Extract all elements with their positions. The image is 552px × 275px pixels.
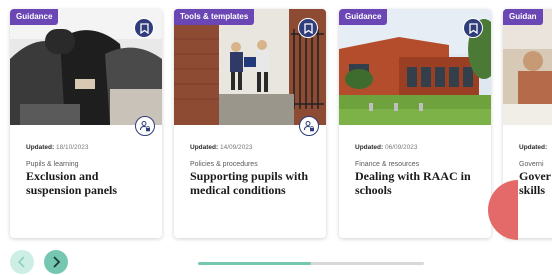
members-only-badge — [135, 116, 155, 136]
updated-date: 06/09/2023 — [384, 144, 418, 151]
card-category: Finance & resources — [355, 161, 420, 168]
card-title[interactable]: Exclusion and suspension panels — [26, 169, 152, 197]
carousel-progress-fill — [198, 262, 311, 265]
card-category: Policies & procedures — [190, 161, 258, 168]
updated-label: Updated: — [355, 144, 384, 151]
updated-label: Updated: — [519, 144, 548, 151]
resource-card[interactable]: Guidance Updated: 06/09/2023 Finance & r… — [339, 9, 491, 238]
updated-date: 18/10/2023 — [55, 144, 89, 151]
decorative-circle — [488, 180, 518, 240]
resource-card[interactable]: Tools & templates Updated: 14/09/2023 Po… — [174, 9, 326, 238]
card-tag: Guidance — [10, 9, 59, 25]
card-category: Governi — [519, 161, 544, 168]
bookmark-icon — [139, 22, 149, 34]
card-image — [503, 9, 552, 125]
updated-line: Updated: — [519, 143, 552, 152]
card-tag: Guidan — [503, 9, 543, 25]
card-title[interactable]: Gover skills — [519, 169, 552, 197]
bookmark-icon — [468, 22, 478, 34]
card-category: Pupils & learning — [26, 161, 79, 168]
chevron-right-icon — [53, 256, 61, 268]
card-tag: Tools & templates — [174, 9, 255, 25]
user-lock-icon — [304, 121, 314, 132]
members-only-badge — [299, 116, 319, 136]
updated-label: Updated: — [190, 144, 219, 151]
carousel-next-button[interactable] — [44, 250, 68, 274]
updated-line: Updated: 06/09/2023 — [355, 143, 481, 152]
carousel-progress-bar — [198, 262, 424, 265]
bookmark-button[interactable] — [463, 18, 483, 38]
updated-line: Updated: 14/09/2023 — [190, 143, 316, 152]
carousel-prev-button[interactable] — [10, 250, 34, 274]
updated-date: 14/09/2023 — [219, 144, 253, 151]
card-title[interactable]: Dealing with RAAC in schools — [355, 169, 481, 197]
card-tag: Guidance — [339, 9, 388, 25]
bookmark-button[interactable] — [134, 18, 154, 38]
bookmark-icon — [303, 22, 313, 34]
resource-carousel: Guidance Updated: 18/10/2023 Pupils & le… — [0, 0, 552, 245]
updated-label: Updated: — [26, 144, 55, 151]
user-lock-icon — [140, 121, 150, 132]
card-title[interactable]: Supporting pupils with medical condition… — [190, 169, 316, 197]
updated-line: Updated: 18/10/2023 — [26, 143, 152, 152]
resource-card[interactable]: Guidance Updated: 18/10/2023 Pupils & le… — [10, 9, 162, 238]
chevron-left-icon — [17, 256, 25, 268]
bookmark-button[interactable] — [298, 18, 318, 38]
